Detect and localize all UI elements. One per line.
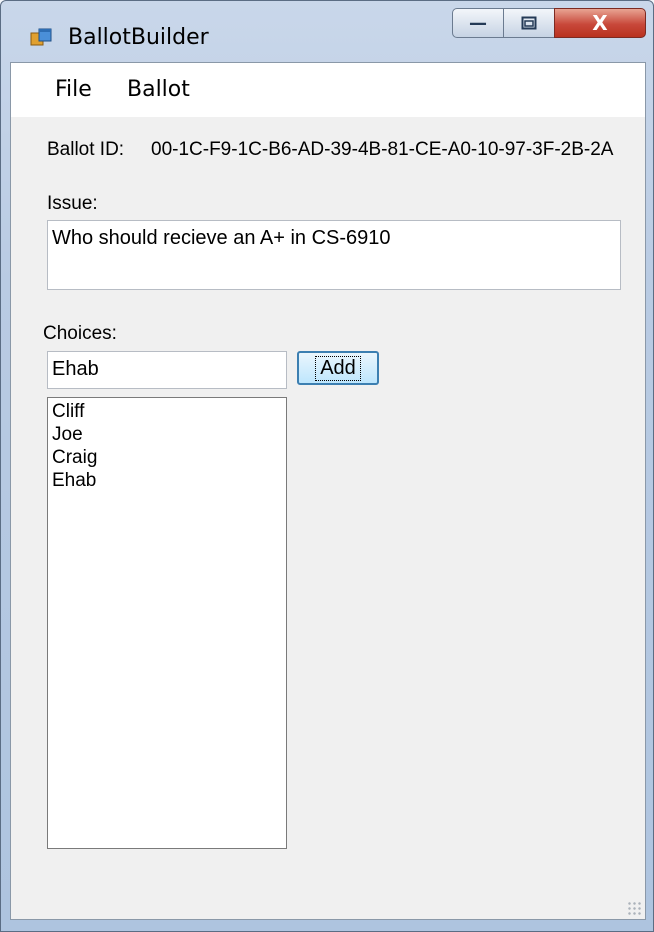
maximize-button[interactable] (503, 8, 555, 38)
ballot-id-label: Ballot ID: (47, 139, 125, 160)
app-window: BallotBuilder — X File Ballot Ballot ID:… (0, 0, 654, 932)
choices-list[interactable]: Cliff Joe Craig Ehab (47, 397, 287, 849)
client-area: File Ballot Ballot ID: 00-1C-F9-1C-B6-AD… (10, 62, 646, 920)
close-icon: X (592, 11, 608, 35)
choices-label: Choices: (43, 323, 117, 344)
close-button[interactable]: X (554, 8, 646, 38)
resize-grip-icon[interactable] (627, 901, 641, 915)
window-title: BallotBuilder (68, 25, 209, 50)
add-button-label: Add (315, 355, 361, 381)
list-item[interactable]: Cliff (52, 400, 282, 423)
title-bar[interactable]: BallotBuilder — X (0, 0, 654, 62)
issue-textbox[interactable]: Who should recieve an A+ in CS-6910 (47, 220, 621, 290)
app-window-icon (30, 28, 52, 46)
menu-bar: File Ballot (11, 63, 645, 117)
menu-ballot[interactable]: Ballot (127, 77, 190, 102)
minimize-icon: — (469, 12, 487, 34)
minimize-button[interactable]: — (452, 8, 504, 38)
add-button[interactable]: Add (297, 351, 379, 385)
menu-file[interactable]: File (55, 77, 92, 102)
maximize-icon (521, 16, 537, 30)
list-item[interactable]: Ehab (52, 469, 282, 492)
list-item[interactable]: Joe (52, 423, 282, 446)
issue-label: Issue: (47, 193, 98, 214)
list-item[interactable]: Craig (52, 446, 282, 469)
choice-input[interactable]: Ehab (47, 351, 287, 389)
ballot-id-value: 00-1C-F9-1C-B6-AD-39-4B-81-CE-A0-10-97-3… (151, 139, 614, 160)
